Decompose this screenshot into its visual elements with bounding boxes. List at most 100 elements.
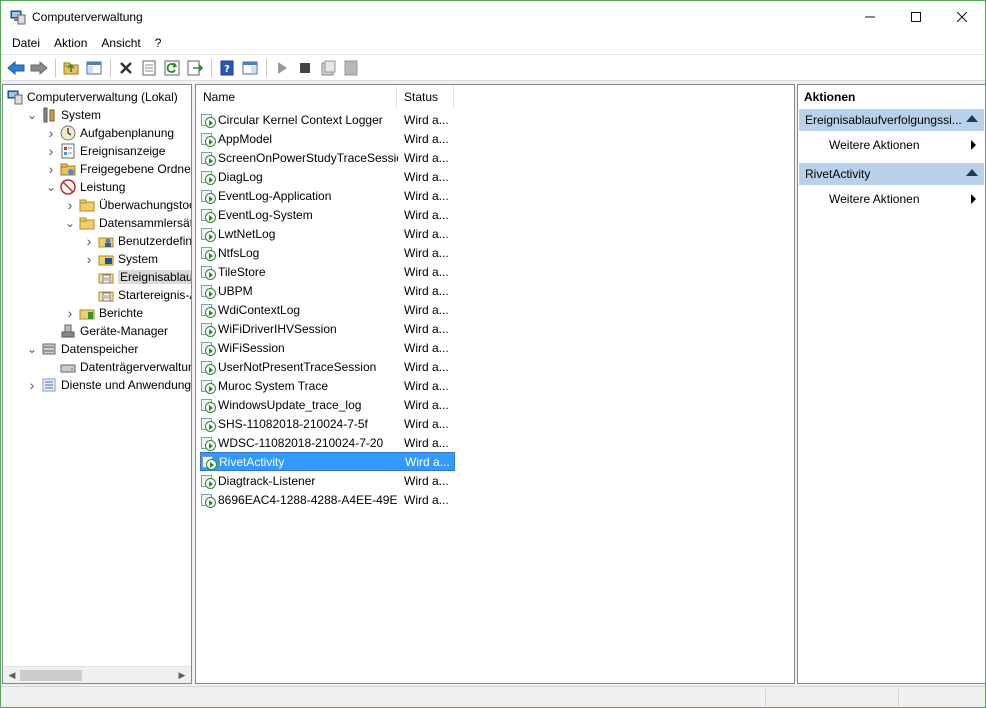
tree-item[interactable]: › Überwachungstools [64, 196, 191, 214]
expanded-chevron-icon[interactable]: ⌄ [64, 217, 76, 229]
collapsed-chevron-icon[interactable]: › [83, 251, 95, 267]
tree-item[interactable]: › Berichte [64, 304, 143, 322]
session-status-cell: Wird a... [404, 321, 449, 336]
table-row[interactable]: ScreenOnPowerStudyTraceSession Wird a... [200, 148, 455, 167]
collapsed-chevron-icon[interactable]: › [45, 143, 57, 159]
menu-help[interactable]: ? [148, 34, 169, 52]
table-row[interactable]: RivetActivity Wird a... [200, 452, 455, 471]
more-actions-item[interactable]: Weitere Aktionen [798, 188, 985, 210]
event-viewer-icon [60, 143, 76, 159]
tree-item[interactable]: › Freigegebene Ordner [45, 160, 191, 178]
forward-button[interactable] [28, 57, 50, 79]
table-row[interactable]: TileStore Wird a... [200, 262, 455, 281]
tree-item[interactable]: › Dienste und Anwendungen [26, 376, 191, 394]
scroll-left-arrow-icon[interactable]: ◀ [6, 669, 18, 681]
table-row[interactable]: DiagLog Wird a... [200, 167, 455, 186]
toolbar: ? [1, 54, 985, 81]
collapse-up-icon[interactable] [966, 115, 978, 122]
session-name-cell: UserNotPresentTraceSession [218, 359, 377, 374]
tree-item[interactable]: › System [83, 250, 158, 268]
scrollbar-thumb[interactable] [20, 670, 82, 681]
latest-report-button[interactable] [340, 57, 362, 79]
window-title: Computerverwaltung [32, 9, 143, 24]
collapsed-chevron-icon[interactable]: › [26, 377, 38, 393]
submenu-arrow-icon [971, 194, 976, 204]
action-section-sessions[interactable]: Ereignisablaufverfolgungssi... [799, 109, 984, 131]
table-row[interactable]: WindowsUpdate_trace_log Wird a... [200, 395, 455, 414]
tree-item[interactable]: › Aufgabenplanung [45, 124, 174, 142]
refresh-button[interactable] [161, 57, 183, 79]
maximize-button[interactable] [893, 1, 939, 32]
help-button[interactable]: ? [216, 57, 238, 79]
collapsed-chevron-icon[interactable]: › [45, 161, 57, 177]
delete-button[interactable] [115, 57, 137, 79]
menu-ansicht[interactable]: Ansicht [94, 34, 147, 52]
table-row[interactable]: UserNotPresentTraceSession Wird a... [200, 357, 455, 376]
show-hide-console-tree-button[interactable] [83, 57, 105, 79]
tree-item[interactable]: ⌄ Datenspeicher [26, 340, 138, 358]
table-row[interactable]: NtfsLog Wird a... [200, 243, 455, 262]
properties-button[interactable] [138, 57, 160, 79]
collapsed-chevron-icon[interactable]: › [45, 125, 57, 141]
forward-arrow-icon [30, 60, 48, 75]
tree-horizontal-scrollbar[interactable]: ◀ ▶ [3, 666, 191, 683]
tree-item[interactable]: › Ereignisanzeige [45, 142, 166, 160]
column-header-name[interactable]: Name [196, 85, 397, 109]
trace-session-icon [200, 397, 216, 413]
tree-item[interactable]: ⌄ System [26, 106, 101, 124]
minimize-button[interactable] [847, 1, 893, 32]
tree-item[interactable]: ⌄ Leistung [45, 178, 125, 196]
stop-button[interactable] [294, 57, 316, 79]
collapsed-chevron-icon[interactable]: › [64, 197, 76, 213]
console-tree[interactable]: ◀ ▶ Computerverwaltung (Lokal) ⌄ System › Au… [2, 84, 192, 684]
column-header-status[interactable]: Status [397, 85, 454, 109]
table-row[interactable]: SHS-11082018-210024-7-5f Wird a... [200, 414, 455, 433]
table-row[interactable]: AppModel Wird a... [200, 129, 455, 148]
tree-item[interactable]: Computerverwaltung (Lokal) [7, 88, 178, 106]
status-bar [1, 686, 985, 707]
session-name-cell: Circular Kernel Context Logger [218, 112, 383, 127]
table-row[interactable]: EventLog-Application Wird a... [200, 186, 455, 205]
table-row[interactable]: WDSC-11082018-210024-7-20 Wird a... [200, 433, 455, 452]
more-actions-item[interactable]: Weitere Aktionen [798, 134, 985, 156]
menu-aktion-label: Aktion [54, 36, 88, 50]
trace-session-icon [200, 150, 216, 166]
table-row[interactable]: Muroc System Trace Wird a... [200, 376, 455, 395]
table-row[interactable]: WdiContextLog Wird a... [200, 300, 455, 319]
table-row[interactable]: LwtNetLog Wird a... [200, 224, 455, 243]
expanded-chevron-icon[interactable]: ⌄ [26, 343, 38, 355]
table-row[interactable]: WiFiDriverIHVSession Wird a... [200, 319, 455, 338]
table-row[interactable]: Diagtrack-Listener Wird a... [200, 471, 455, 490]
menu-aktion[interactable]: Aktion [47, 34, 94, 52]
action-section-rivetactivity[interactable]: RivetActivity [799, 163, 984, 185]
tree-item[interactable]: Geräte-Manager [45, 322, 168, 340]
table-row[interactable]: WiFiSession Wird a... [200, 338, 455, 357]
tree-item[interactable]: Startereignis-Ablaufverfolgungssitzungen [83, 286, 191, 304]
trace-session-icon [200, 359, 216, 375]
collapse-up-icon[interactable] [966, 169, 978, 176]
export-list-button[interactable] [184, 57, 206, 79]
table-row[interactable]: EventLog-System Wird a... [200, 205, 455, 224]
table-row[interactable]: 8696EAC4-1288-4288-A4EE-49E... Wird a... [200, 490, 455, 509]
expanded-chevron-icon[interactable]: ⌄ [26, 109, 38, 121]
session-status-cell: Wird a... [404, 226, 449, 241]
table-row[interactable]: Circular Kernel Context Logger Wird a... [200, 110, 455, 129]
up-level-button[interactable] [60, 57, 82, 79]
scroll-right-arrow-icon[interactable]: ▶ [176, 669, 188, 681]
tree-item[interactable]: Datenträgerverwaltung [45, 358, 191, 376]
expanded-chevron-icon[interactable]: ⌄ [45, 181, 57, 193]
title-bar[interactable]: Computerverwaltung [1, 1, 985, 32]
table-row[interactable]: UBPM Wird a... [200, 281, 455, 300]
show-hide-action-pane-button[interactable] [239, 57, 261, 79]
collapsed-chevron-icon[interactable]: › [64, 305, 76, 321]
start-button[interactable] [271, 57, 293, 79]
collapsed-chevron-icon[interactable]: › [83, 233, 95, 249]
tree-item[interactable]: ⌄ Datensammlersätze [64, 214, 191, 232]
menu-datei[interactable]: Datei [5, 34, 47, 52]
tree-item-label: Datenspeicher [61, 342, 139, 356]
close-button[interactable] [939, 1, 985, 32]
back-button[interactable] [5, 57, 27, 79]
tree-item[interactable]: Ereignisablaufverfolgungssitzungen [83, 268, 191, 286]
save-template-button[interactable] [317, 57, 339, 79]
tree-item[interactable]: › Benutzerdefiniert [83, 232, 191, 250]
